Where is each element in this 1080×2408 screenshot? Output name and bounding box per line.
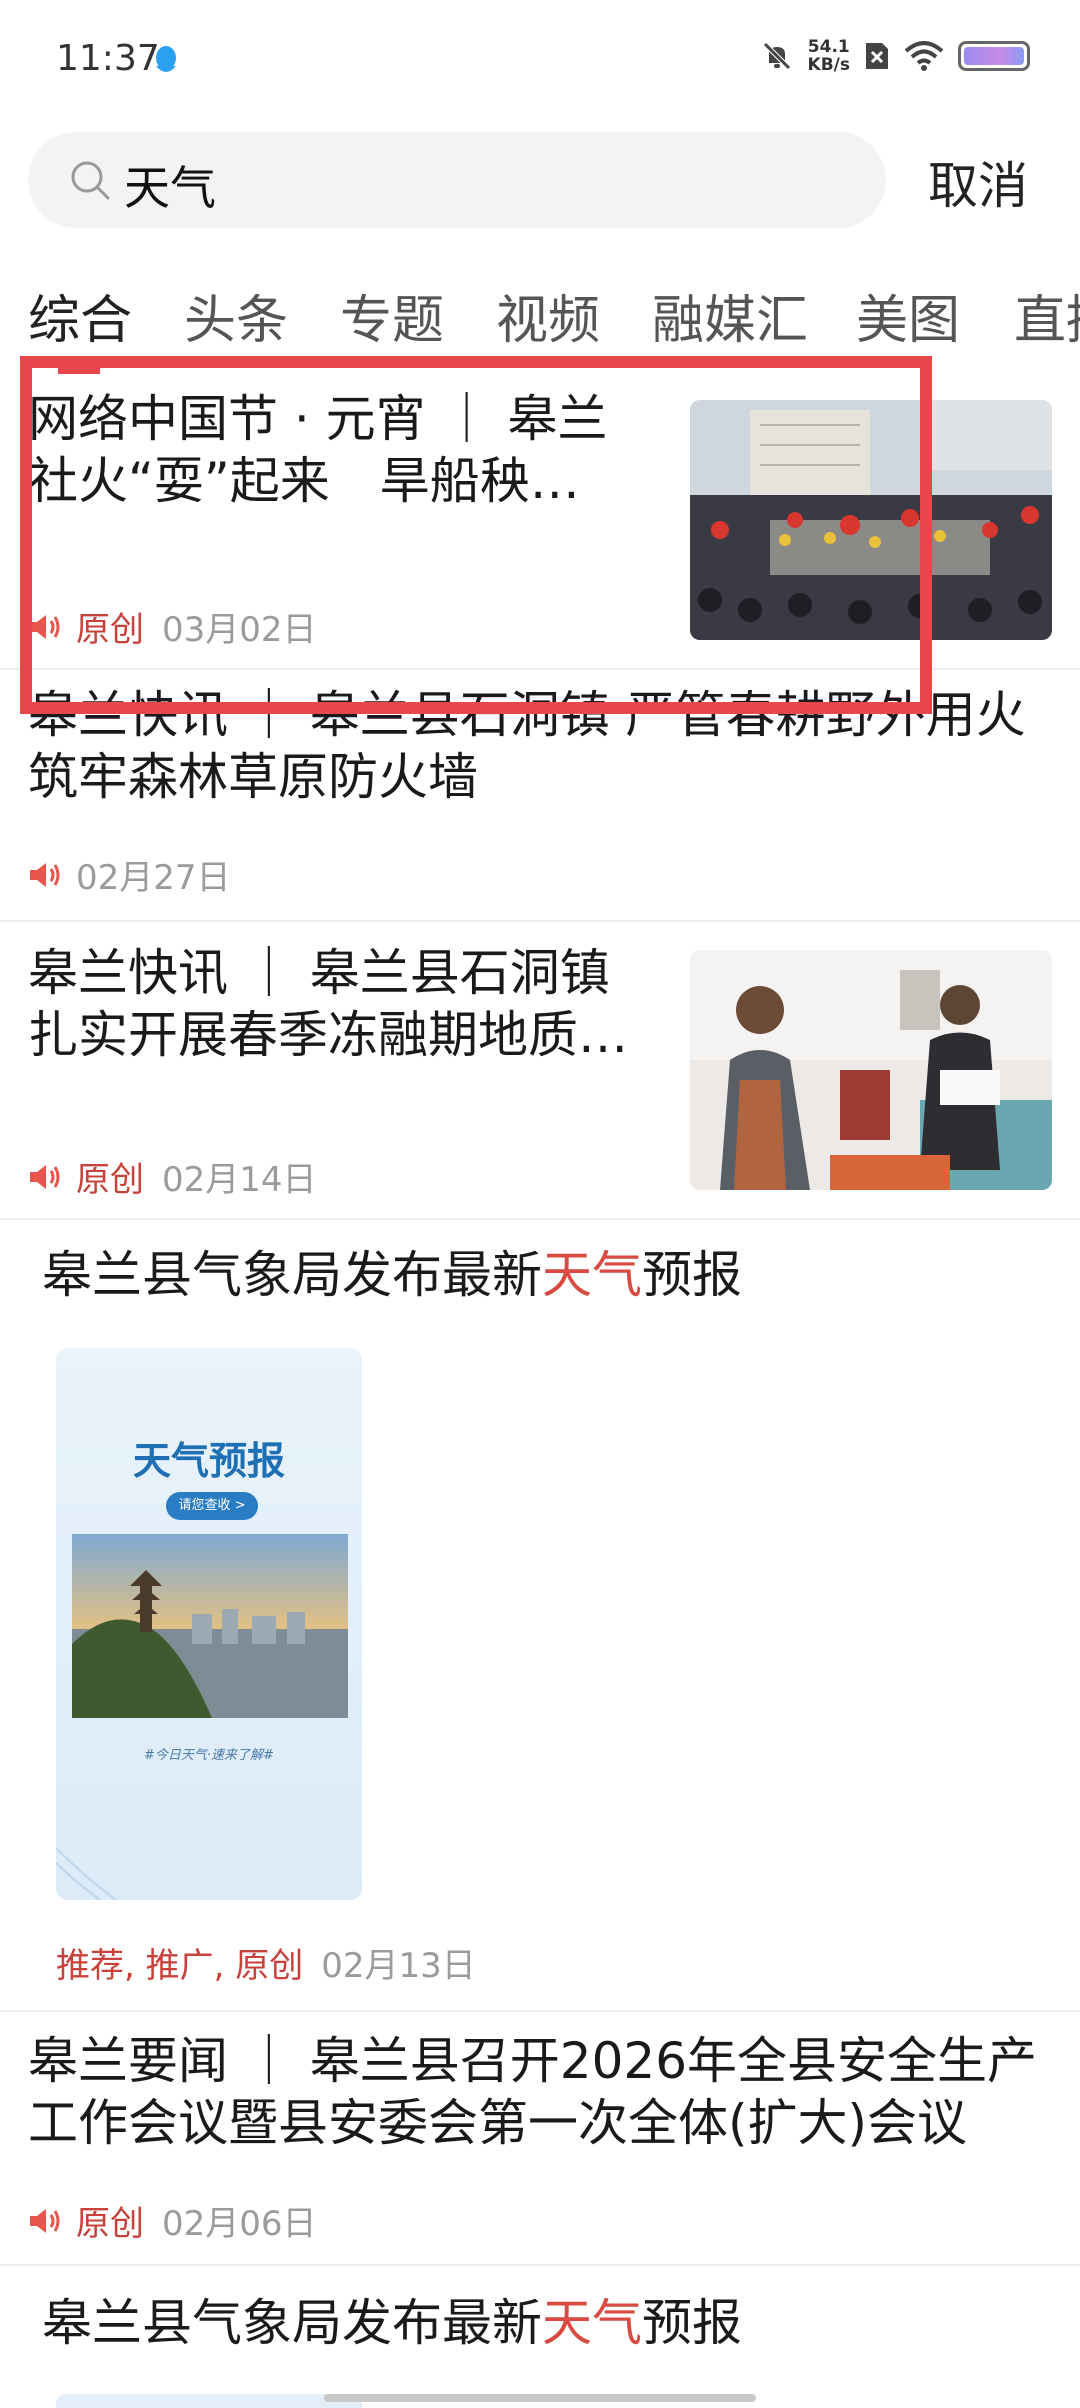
title-line: 皋兰快讯 ｜ 皋兰县石洞镇 严管春耕野外用火 <box>28 686 1026 744</box>
weather-poster: 天气预报 请您查收 > #今日天气·速来了解# <box>56 1348 362 1900</box>
speaker-icon <box>30 2208 60 2233</box>
tab-live[interactable]: 直播 <box>1014 278 1080 353</box>
title-line: 社火“耍”起来 旱船秧… <box>28 452 580 510</box>
title-text: 预报 <box>642 1246 742 1304</box>
title-line: 网络中国节 · 元宵 ｜ 皋兰 <box>28 390 608 448</box>
news-item[interactable]: 皋兰县气象局发布最新天气预报 天气预报 请您查收 > #今日天气·速来了解# 推… <box>0 1220 1080 2012</box>
title-line: 皋兰要闻 ｜ 皋兰县召开2026年全县安全生产 <box>28 2032 1038 2090</box>
poster-button: 请您查收 > <box>166 1492 258 1520</box>
title-line: 筑牢森林草原防火墙 <box>28 748 478 806</box>
tab-topics[interactable]: 专题 <box>340 278 444 353</box>
tab-media-hub[interactable]: 融媒汇 <box>652 278 808 353</box>
news-title: 网络中国节 · 元宵 ｜ 皋兰 社火“耍”起来 旱船秧… <box>28 388 607 512</box>
news-title: 皋兰县气象局发布最新天气预报 <box>42 1244 742 1306</box>
search-bar[interactable]: 天气 <box>28 132 886 228</box>
title-keyword-highlight: 天气 <box>542 1246 642 1304</box>
news-thumbnail-village-visit <box>690 950 1052 1190</box>
tab-video[interactable]: 视频 <box>496 278 600 353</box>
battery-icon <box>958 41 1030 71</box>
poster-title: 天气预报 <box>132 1438 285 1483</box>
mute-bell-icon <box>762 42 791 70</box>
qq-notification-icon <box>156 46 176 72</box>
no-sim-icon <box>866 43 888 69</box>
tab-comprehensive[interactable]: 综合 <box>28 278 132 353</box>
speed-value: 54.1 <box>807 37 850 57</box>
tab-photos[interactable]: 美图 <box>856 278 960 353</box>
title-text: 皋兰县气象局发布最新 <box>42 2294 542 2352</box>
speaker-icon <box>30 862 60 887</box>
search-input[interactable]: 天气 <box>124 152 216 218</box>
news-item[interactable]: 皋兰要闻 ｜ 皋兰县召开2026年全县安全生产 工作会议暨县安委会第一次全体(扩… <box>0 2012 1080 2266</box>
title-text: 预报 <box>642 2294 742 2352</box>
news-meta: 原创 03月02日 <box>28 602 317 651</box>
news-item[interactable]: 皋兰快讯 ｜ 皋兰县石洞镇 严管春耕野外用火 筑牢森林草原防火墙 02月27日 <box>0 670 1080 922</box>
search-icon <box>71 161 110 200</box>
category-tabs: 综合 头条 专题 视频 融媒汇 美图 直播 <box>28 278 1080 358</box>
poster-decor-lines <box>56 1847 117 1900</box>
news-date: 02月27日 <box>76 858 231 898</box>
news-thumbnail-lantern-festival <box>690 400 1052 640</box>
news-date: 02月13日 <box>321 1946 476 1986</box>
news-tag: 原创 <box>76 610 144 650</box>
speaker-icon <box>30 614 60 639</box>
news-date: 02月06日 <box>162 2204 317 2244</box>
poster-peek <box>56 2394 362 2408</box>
title-line: 工作会议暨县安委会第一次全体(扩大)会议 <box>28 2094 968 2152</box>
news-item[interactable]: 皋兰快讯 ｜ 皋兰县石洞镇 扎实开展春季冻融期地质… 原创 02月14日 <box>0 922 1080 1220</box>
status-time: 11:37 <box>56 38 160 79</box>
network-speed: 54.1 KB/s <box>808 38 850 74</box>
news-tag: 原创 <box>76 1160 144 1200</box>
news-date: 03月02日 <box>162 610 317 650</box>
speed-unit: KB/s <box>807 55 850 75</box>
status-bar: 11:37 54.1 KB/s <box>0 0 1080 120</box>
speaker-icon <box>30 1164 60 1189</box>
wifi-icon <box>904 41 944 71</box>
news-tag: 原创 <box>76 2204 144 2244</box>
title-line: 扎实开展春季冻融期地质… <box>28 1006 628 1064</box>
news-tags: 推荐, 推广, 原创 <box>56 1946 304 1986</box>
active-tab-indicator <box>58 356 100 374</box>
news-item[interactable]: 网络中国节 · 元宵 ｜ 皋兰 社火“耍”起来 旱船秧… 原创 03月02日 <box>0 370 1080 670</box>
news-item[interactable]: 皋兰县气象局发布最新天气预报 <box>0 2266 1080 2408</box>
tab-headlines[interactable]: 头条 <box>184 278 288 353</box>
news-title: 皋兰快讯 ｜ 皋兰县石洞镇 严管春耕野外用火 筑牢森林草原防火墙 <box>28 684 1026 808</box>
news-meta: 推荐, 推广, 原创 02月13日 <box>56 1938 476 1987</box>
title-line: 皋兰快讯 ｜ 皋兰县石洞镇 <box>28 944 610 1002</box>
title-keyword-highlight: 天气 <box>542 2294 642 2352</box>
news-title: 皋兰要闻 ｜ 皋兰县召开2026年全县安全生产 工作会议暨县安委会第一次全体(扩… <box>28 2030 1037 2154</box>
poster-caption: #今日天气·速来了解# <box>144 1748 274 1763</box>
news-title: 皋兰县气象局发布最新天气预报 <box>42 2292 742 2354</box>
news-meta: 02月27日 <box>28 850 231 899</box>
news-title: 皋兰快讯 ｜ 皋兰县石洞镇 扎实开展春季冻融期地质… <box>28 942 628 1066</box>
news-meta: 原创 02月14日 <box>28 1152 317 1201</box>
news-meta: 原创 02月06日 <box>28 2196 317 2245</box>
title-text: 皋兰县气象局发布最新 <box>42 1246 542 1304</box>
cancel-button[interactable]: 取消 <box>928 146 1028 218</box>
home-indicator[interactable] <box>324 2394 756 2402</box>
poster-landscape-image <box>72 1534 348 1718</box>
news-date: 02月14日 <box>162 1160 317 1200</box>
